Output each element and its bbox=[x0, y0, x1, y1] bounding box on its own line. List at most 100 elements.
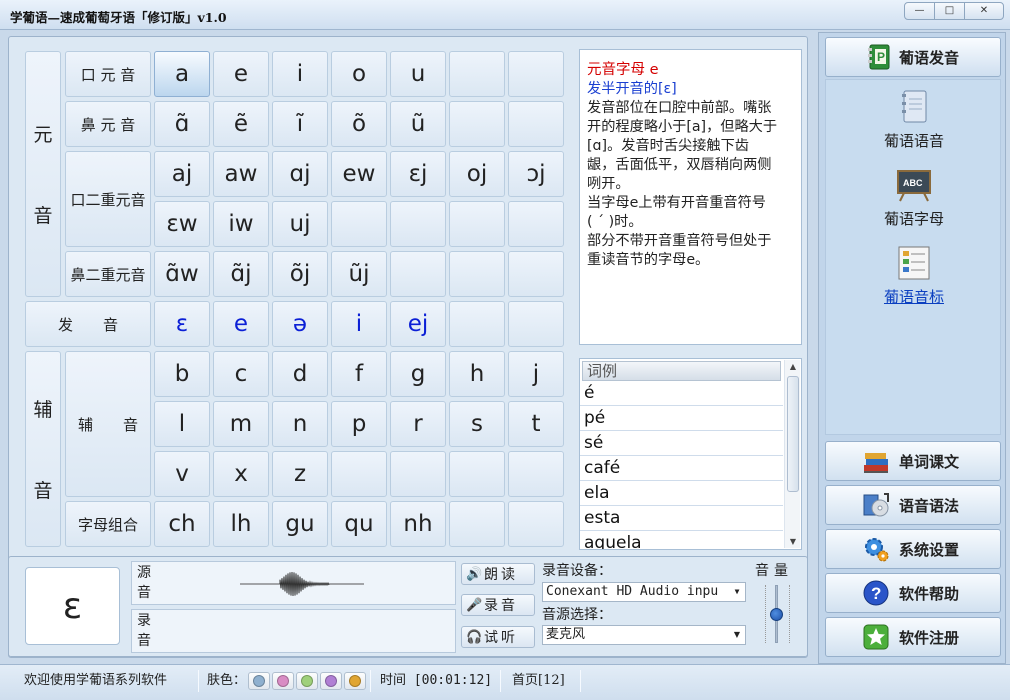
row-label: 口 元 音 bbox=[65, 51, 151, 97]
phonetic-cell[interactable]: ɑ̃j bbox=[213, 251, 269, 297]
phonetic-cell[interactable]: t bbox=[508, 401, 564, 447]
phonetic-cell[interactable]: i bbox=[331, 301, 387, 347]
phonetic-cell[interactable]: gu bbox=[272, 501, 328, 547]
volume-slider-thumb[interactable] bbox=[770, 608, 783, 622]
phonetic-cell[interactable]: ɛ bbox=[154, 301, 210, 347]
description-line: 龈，舌面低平，双唇稍向两侧 bbox=[587, 157, 772, 173]
word-list-item[interactable]: é bbox=[580, 381, 783, 406]
word-list-item[interactable]: aquela bbox=[580, 531, 783, 549]
maximize-button[interactable]: □ bbox=[934, 2, 965, 20]
phonetic-cell[interactable]: ũ bbox=[390, 101, 446, 147]
phonetic-cell[interactable]: m bbox=[213, 401, 269, 447]
phonetic-cell[interactable]: r bbox=[390, 401, 446, 447]
phonetic-cell[interactable]: p bbox=[331, 401, 387, 447]
phonetic-cell[interactable]: s bbox=[449, 401, 505, 447]
record-device-select[interactable]: Conexant HD Audio inpu ▼ bbox=[542, 582, 746, 602]
phonetic-cell[interactable]: ẽ bbox=[213, 101, 269, 147]
phonetic-cell[interactable]: ɑj bbox=[272, 151, 328, 197]
phonetic-cell[interactable]: b bbox=[154, 351, 210, 397]
phonetic-cell[interactable]: ɛw bbox=[154, 201, 210, 247]
phonetic-cell[interactable]: iw bbox=[213, 201, 269, 247]
phonetic-cell[interactable]: ə bbox=[272, 301, 328, 347]
phonetic-cell[interactable]: ɑ̃w bbox=[154, 251, 210, 297]
phonetic-cell[interactable]: c bbox=[213, 351, 269, 397]
phonetic-cell[interactable]: lh bbox=[213, 501, 269, 547]
phonetic-cell[interactable]: ɔj bbox=[508, 151, 564, 197]
word-list-item[interactable]: esta bbox=[580, 506, 783, 531]
empty-cell bbox=[508, 451, 564, 497]
phonetic-cell[interactable]: f bbox=[331, 351, 387, 397]
phonetic-cell[interactable]: ũj bbox=[331, 251, 387, 297]
grammar-button[interactable]: 语音语法 bbox=[825, 485, 1001, 525]
phonetic-cell[interactable]: g bbox=[390, 351, 446, 397]
phonetic-cell[interactable]: oj bbox=[449, 151, 505, 197]
description-text: 发音部位在口腔中前部。嘴张 开的程度略小于[a]，但略大于 [ɑ]。发音时舌尖接触下… bbox=[587, 99, 795, 270]
help-icon: ? bbox=[862, 579, 890, 607]
record-button[interactable]: 🎤 录音 bbox=[461, 594, 535, 616]
close-button[interactable]: ✕ bbox=[964, 2, 1004, 20]
register-button[interactable]: 软件注册 bbox=[825, 617, 1001, 657]
phonetic-cell[interactable]: õj bbox=[272, 251, 328, 297]
phonetic-cell[interactable]: aw bbox=[213, 151, 269, 197]
read-aloud-button[interactable]: 🔊 朗读 bbox=[461, 563, 535, 585]
phonetic-cell[interactable]: ch bbox=[154, 501, 210, 547]
phonetic-cell[interactable]: j bbox=[508, 351, 564, 397]
phonetic-cell[interactable]: ĩ bbox=[272, 101, 328, 147]
sidebar-header[interactable]: P 葡语发音 bbox=[825, 37, 1001, 77]
empty-cell bbox=[331, 201, 387, 247]
phonetic-cell[interactable]: e bbox=[213, 301, 269, 347]
word-list-item[interactable]: café bbox=[580, 456, 783, 481]
audio-source-label: 音源选择： bbox=[542, 607, 612, 623]
phonetic-cell[interactable]: z bbox=[272, 451, 328, 497]
help-button[interactable]: ? 软件帮助 bbox=[825, 573, 1001, 613]
skin-label: 肤色： bbox=[207, 673, 247, 688]
word-list-item[interactable]: sé bbox=[580, 431, 783, 456]
skin-swatch[interactable] bbox=[320, 672, 342, 690]
audio-source-select[interactable]: 麦克风 ▼ bbox=[542, 625, 746, 645]
phonetic-cell[interactable]: e bbox=[213, 51, 269, 97]
word-list-item[interactable]: ela bbox=[580, 481, 783, 506]
sidebar-item-alphabet[interactable]: ABC 葡语字母 bbox=[826, 168, 1002, 229]
skin-swatch[interactable] bbox=[344, 672, 366, 690]
row-label: 字母组合 bbox=[65, 501, 151, 547]
source-waveform bbox=[240, 571, 364, 597]
phonetic-cell[interactable]: u bbox=[390, 51, 446, 97]
phonetic-cell[interactable]: qu bbox=[331, 501, 387, 547]
word-lessons-button[interactable]: 单词课文 bbox=[825, 441, 1001, 481]
phonetic-cell[interactable]: ɛj bbox=[390, 151, 446, 197]
word-list-item[interactable]: pé bbox=[580, 406, 783, 431]
phonetic-cell[interactable]: i bbox=[272, 51, 328, 97]
phonetic-cell[interactable]: h bbox=[449, 351, 505, 397]
phonetic-cell[interactable]: l bbox=[154, 401, 210, 447]
skin-swatch[interactable] bbox=[272, 672, 294, 690]
settings-button[interactable]: 系统设置 bbox=[825, 529, 1001, 569]
phonetic-cell[interactable]: nh bbox=[390, 501, 446, 547]
skin-swatch[interactable] bbox=[296, 672, 318, 690]
word-list-scrollbar[interactable]: ▲ ▼ bbox=[784, 360, 800, 548]
listen-button[interactable]: 🎧 试听 bbox=[461, 626, 535, 648]
phonetic-cell[interactable]: ɑ̃ bbox=[154, 101, 210, 147]
scroll-down-icon[interactable]: ▼ bbox=[785, 537, 801, 546]
phonetic-cell[interactable]: d bbox=[272, 351, 328, 397]
example-word-list[interactable]: 词例 é pé sé café ela esta aquela ▲ ▼ bbox=[579, 358, 802, 550]
skin-swatch[interactable] bbox=[248, 672, 270, 690]
minimize-button[interactable]: — bbox=[904, 2, 935, 20]
scroll-thumb[interactable] bbox=[787, 376, 799, 492]
description-subtitle: 发半开音的[ɛ] bbox=[587, 81, 677, 97]
phonetic-cell[interactable]: ew bbox=[331, 151, 387, 197]
sidebar-item-pronunciation[interactable]: 葡语语音 bbox=[826, 90, 1002, 151]
phonetic-cell[interactable]: n bbox=[272, 401, 328, 447]
scroll-up-icon[interactable]: ▲ bbox=[785, 362, 801, 371]
sidebar-item-phonetic-symbols[interactable]: 葡语音标 bbox=[826, 246, 1002, 307]
phonetic-cell[interactable]: uj bbox=[272, 201, 328, 247]
phonetic-cell[interactable]: a bbox=[154, 51, 210, 97]
phonetic-cell[interactable]: aj bbox=[154, 151, 210, 197]
phonetic-cell[interactable]: õ bbox=[331, 101, 387, 147]
current-char-display: ɛ bbox=[25, 567, 120, 645]
phonetic-cell[interactable]: ej bbox=[390, 301, 446, 347]
description-title: 元音字母 e bbox=[587, 62, 659, 78]
pronunciation-row-label: 发 音 bbox=[25, 301, 151, 347]
phonetic-cell[interactable]: o bbox=[331, 51, 387, 97]
phonetic-cell[interactable]: x bbox=[213, 451, 269, 497]
phonetic-cell[interactable]: v bbox=[154, 451, 210, 497]
